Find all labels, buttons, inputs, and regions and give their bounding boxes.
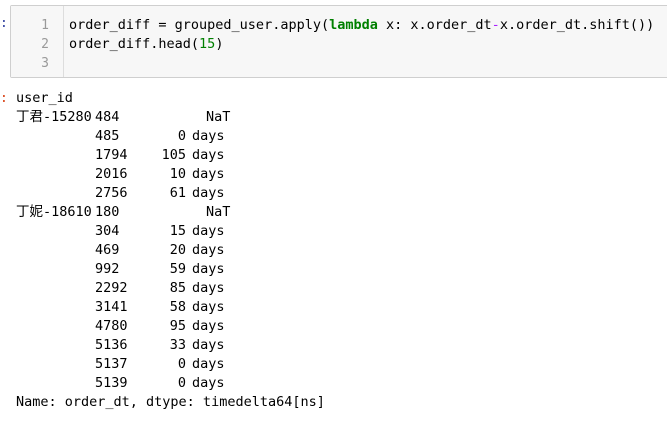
- days-count: 33: [169, 337, 186, 353]
- code-token: x.order_dt.shift()): [499, 17, 655, 33]
- series-row: 丁妮-18610 180 NaT: [16, 203, 656, 222]
- order-index: 5136: [95, 337, 128, 353]
- order-index: 2016: [95, 166, 128, 182]
- days-count: 0: [177, 356, 186, 372]
- series-row: 485 0 days: [16, 127, 656, 146]
- days-unit: days: [192, 242, 225, 258]
- days-count: 0: [177, 375, 186, 391]
- output-footer: Name: order_dt, dtype: timedelta64[ns]: [16, 394, 325, 410]
- code-editor[interactable]: 1 2 3 order_diff = grouped_user.apply(la…: [10, 5, 667, 78]
- order-diff-value: 0 days: [156, 355, 236, 374]
- days-unit: days: [192, 261, 225, 277]
- order-index: 992: [95, 261, 120, 277]
- cell-prompt-marker: :: [0, 16, 8, 31]
- order-diff-value: 61 days: [156, 184, 236, 203]
- days-count: 85: [169, 280, 186, 296]
- order-diff-value: 33 days: [156, 336, 236, 355]
- series-row: 4780 95 days: [16, 317, 656, 336]
- days-count: 58: [169, 299, 186, 315]
- order-diff-value: 0 days: [156, 127, 236, 146]
- days-count: 0: [177, 128, 186, 144]
- days-unit: days: [192, 166, 225, 182]
- order-index: 180: [95, 204, 120, 220]
- days-unit: days: [192, 337, 225, 353]
- days-unit: days: [192, 356, 225, 372]
- order-index: 2292: [95, 280, 128, 296]
- order-diff-value: 10 days: [156, 165, 236, 184]
- nat-value: NaT: [206, 204, 231, 220]
- order-diff-value: 85 days: [156, 279, 236, 298]
- series-row: 3141 58 days: [16, 298, 656, 317]
- order-index: 5137: [95, 356, 128, 372]
- series-row: 5139 0 days: [16, 374, 656, 393]
- days-unit: days: [192, 318, 225, 334]
- order-index: 469: [95, 242, 120, 258]
- days-count: 61: [169, 185, 186, 201]
- number-token: 15: [199, 36, 216, 52]
- line-number: 2: [41, 37, 49, 52]
- days-count: 95: [169, 318, 186, 334]
- order-index: 484: [95, 109, 120, 125]
- series-row: 1794 105 days: [16, 146, 656, 165]
- days-unit: days: [192, 375, 225, 391]
- order-index: 2756: [95, 185, 128, 201]
- order-diff-value: NaT: [156, 108, 236, 127]
- order-index: 485: [95, 128, 120, 144]
- code-token: order_diff = grouped_user.apply(: [69, 17, 330, 33]
- days-count: 105: [161, 147, 186, 163]
- days-count: 10: [169, 166, 186, 182]
- code-token: x: x.order_dt: [377, 17, 492, 33]
- order-diff-value: NaT: [156, 203, 236, 222]
- order-index: 304: [95, 223, 120, 239]
- order-index: 4780: [95, 318, 128, 334]
- user-id-label: 丁妮-18610: [16, 204, 92, 220]
- series-row: 2016 10 days: [16, 165, 656, 184]
- code-token: ): [215, 36, 224, 52]
- days-count: 15: [169, 223, 186, 239]
- order-index: 1794: [95, 147, 128, 163]
- order-diff-value: 15 days: [156, 222, 236, 241]
- user-id-label: 丁君-15280: [16, 109, 92, 125]
- cell-output: user_id 丁君-15280 484 NaT 485 0 days 1794 105 day…: [16, 89, 656, 412]
- output-series: 丁君-15280 484 NaT 485 0 days 1794 105 days 2016 10 d…: [16, 108, 656, 393]
- keyword-token: lambda: [329, 17, 378, 33]
- series-row: 2756 61 days: [16, 184, 656, 203]
- notebook: : 1 2 3 order_diff = grouped_user.apply(…: [0, 0, 667, 431]
- days-unit: days: [192, 299, 225, 315]
- days-unit: days: [192, 280, 225, 296]
- output-header: user_id: [16, 90, 73, 106]
- days-unit: days: [192, 147, 225, 163]
- code-token: order_diff.head(: [69, 36, 200, 52]
- series-row: 992 59 days: [16, 260, 656, 279]
- order-index: 5139: [95, 375, 128, 391]
- days-count: 59: [169, 261, 186, 277]
- code-cell[interactable]: : 1 2 3 order_diff = grouped_user.apply(…: [0, 0, 667, 84]
- code-line-1[interactable]: order_diff = grouped_user.apply(lambda x…: [69, 16, 654, 35]
- order-diff-value: 105 days: [156, 146, 236, 165]
- order-index: 3141: [95, 299, 128, 315]
- series-row: 5137 0 days: [16, 355, 656, 374]
- order-diff-value: 20 days: [156, 241, 236, 260]
- series-row: 丁君-15280 484 NaT: [16, 108, 656, 127]
- nat-value: NaT: [206, 109, 231, 125]
- line-number: 1: [41, 18, 49, 33]
- days-unit: days: [192, 185, 225, 201]
- operator-token: -: [491, 17, 500, 33]
- series-row: 5136 33 days: [16, 336, 656, 355]
- order-diff-value: 0 days: [156, 374, 236, 393]
- days-unit: days: [192, 223, 225, 239]
- output-prompt-marker: :: [0, 91, 8, 106]
- series-row: 469 20 days: [16, 241, 656, 260]
- code-line-2[interactable]: order_diff.head(15): [69, 35, 223, 54]
- order-diff-value: 95 days: [156, 317, 236, 336]
- days-unit: days: [192, 128, 225, 144]
- series-row: 304 15 days: [16, 222, 656, 241]
- line-number-gutter: 1 2 3: [11, 6, 64, 77]
- order-diff-value: 58 days: [156, 298, 236, 317]
- series-row: 2292 85 days: [16, 279, 656, 298]
- line-number: 3: [41, 56, 49, 71]
- order-diff-value: 59 days: [156, 260, 236, 279]
- days-count: 20: [169, 242, 186, 258]
